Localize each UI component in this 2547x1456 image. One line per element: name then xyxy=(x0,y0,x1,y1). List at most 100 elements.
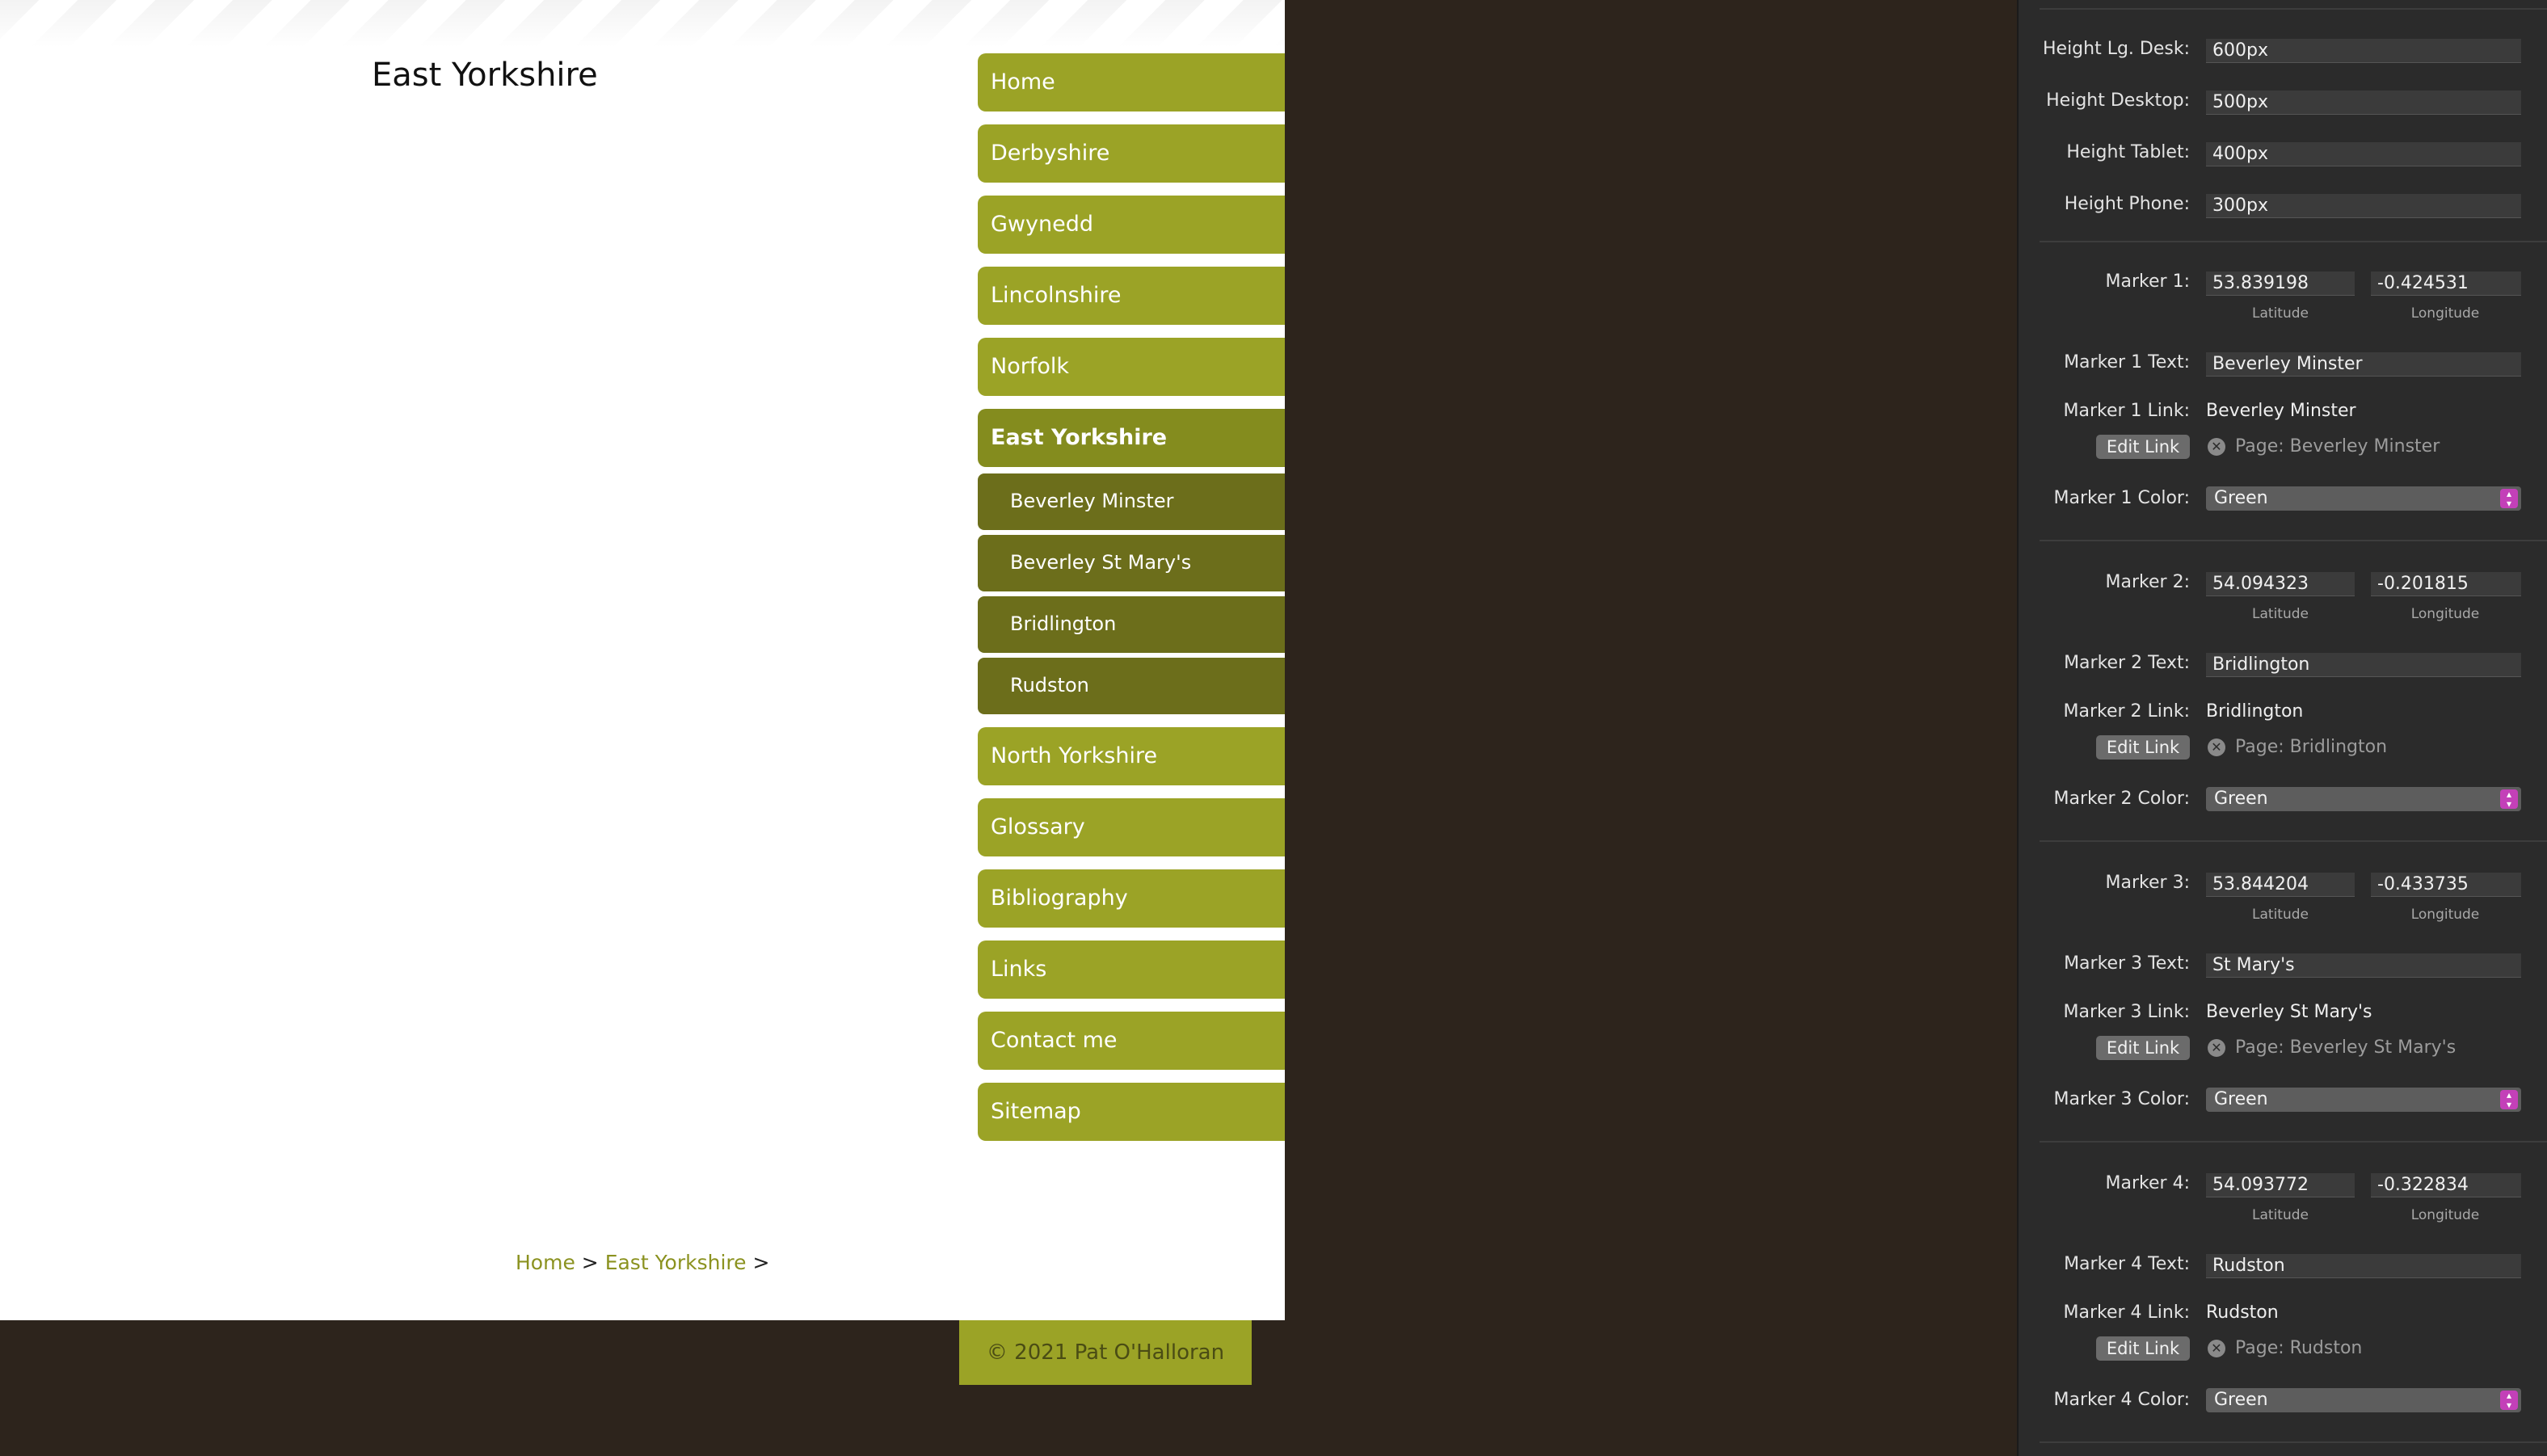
marker-3-label: Marker 3: xyxy=(2105,873,2190,893)
height-lg-desk-label: Height Lg. Desk: xyxy=(2042,39,2190,59)
clear-link-icon[interactable]: ✕ xyxy=(2208,1340,2225,1357)
breadcrumb-current[interactable]: East Yorkshire xyxy=(605,1251,747,1274)
clear-link-icon[interactable]: ✕ xyxy=(2208,438,2225,456)
nav-gwynedd[interactable]: Gwynedd xyxy=(978,196,1285,254)
site-preview: East Yorkshire Home Derbyshire Gwynedd L… xyxy=(0,0,1285,1320)
marker-3-color-label: Marker 3 Color: xyxy=(2053,1089,2191,1109)
marker-3-latitude-input[interactable]: 53.844204 xyxy=(2206,873,2355,897)
marker-2-link-label: Marker 2 Link: xyxy=(2063,701,2191,722)
marker-1-text-label: Marker 1 Text: xyxy=(2064,352,2190,372)
nav-sub-beverley-minster[interactable]: Beverley Minster xyxy=(978,473,1285,530)
height-tablet-input[interactable]: 400px xyxy=(2206,142,2521,166)
marker-2-text-input[interactable]: Bridlington xyxy=(2206,653,2521,677)
nav-lincolnshire[interactable]: Lincolnshire xyxy=(978,267,1285,325)
select-caret-icon: ▴ ▾ xyxy=(2500,489,2518,508)
marker-2-color-label: Marker 2 Color: xyxy=(2053,789,2191,809)
longitude-caption: Longitude xyxy=(2410,907,2480,923)
latitude-caption: Latitude xyxy=(2252,907,2309,923)
breadcrumb: Home > East Yorkshire > xyxy=(516,1251,769,1274)
header-fade xyxy=(0,0,1285,47)
clear-link-icon[interactable]: ✕ xyxy=(2208,1039,2225,1057)
marker-2-color-value: Green xyxy=(2214,789,2268,809)
marker-3-page-ref: Page: Beverley St Mary's xyxy=(2235,1037,2456,1058)
marker-3-text-label: Marker 3 Text: xyxy=(2064,953,2190,974)
marker-4-color-label: Marker 4 Color: xyxy=(2053,1390,2191,1410)
marker-4-color-value: Green xyxy=(2214,1390,2268,1410)
marker-3-color-value: Green xyxy=(2214,1089,2268,1109)
select-caret-icon: ▴ ▾ xyxy=(2500,1090,2518,1109)
marker-2-longitude-input[interactable]: -0.201815 xyxy=(2371,572,2521,596)
height-desktop-label: Height Desktop: xyxy=(2046,90,2190,111)
height-desktop-input[interactable]: 500px xyxy=(2206,90,2521,115)
marker-2-text-label: Marker 2 Text: xyxy=(2064,653,2190,673)
nav-north-yorkshire[interactable]: North Yorkshire xyxy=(978,727,1285,785)
marker-4-edit-link-button[interactable]: Edit Link xyxy=(2096,1336,2190,1361)
nav-links[interactable]: Links xyxy=(978,941,1285,999)
latitude-caption: Latitude xyxy=(2252,305,2309,322)
nav-sub-rudston[interactable]: Rudston xyxy=(978,658,1285,714)
divider xyxy=(2040,241,2547,242)
height-phone-label: Height Phone: xyxy=(2064,194,2190,214)
longitude-caption: Longitude xyxy=(2410,1207,2480,1223)
nav-bibliography[interactable]: Bibliography xyxy=(978,869,1285,928)
nav-east-yorkshire[interactable]: East Yorkshire xyxy=(978,409,1285,467)
marker-1-latitude-input[interactable]: 53.839198 xyxy=(2206,271,2355,296)
nav-contact-me[interactable]: Contact me xyxy=(978,1012,1285,1070)
nav-sub-bridlington[interactable]: Bridlington xyxy=(978,596,1285,653)
nav-sub-beverley-st-marys[interactable]: Beverley St Mary's xyxy=(978,535,1285,591)
clear-link-icon[interactable]: ✕ xyxy=(2208,739,2225,756)
marker-4-longitude-input[interactable]: -0.322834 xyxy=(2371,1173,2521,1197)
marker-4-label: Marker 4: xyxy=(2105,1173,2190,1193)
marker-4-color-select[interactable]: Green ▴ ▾ xyxy=(2206,1388,2521,1412)
marker-4-latitude-input[interactable]: 54.093772 xyxy=(2206,1173,2355,1197)
height-lg-desk-input[interactable]: 600px xyxy=(2206,39,2521,63)
divider xyxy=(2040,540,2547,541)
marker-3-color-select[interactable]: Green ▴ ▾ xyxy=(2206,1088,2521,1112)
marker-3-longitude-input[interactable]: -0.433735 xyxy=(2371,873,2521,897)
page-title: East Yorkshire xyxy=(372,57,598,94)
divider xyxy=(2040,8,2547,10)
marker-1-edit-link-button[interactable]: Edit Link xyxy=(2096,435,2190,459)
nav-norfolk[interactable]: Norfolk xyxy=(978,338,1285,396)
nav-submenu: Beverley Minster Beverley St Mary's Brid… xyxy=(978,473,1285,714)
site-nav: Home Derbyshire Gwynedd Lincolnshire Nor… xyxy=(978,53,1285,1154)
marker-4-text-label: Marker 4 Text: xyxy=(2064,1254,2190,1274)
marker-4-page-ref: Page: Rudston xyxy=(2235,1338,2363,1358)
breadcrumb-home[interactable]: Home xyxy=(516,1251,575,1274)
height-tablet-label: Height Tablet: xyxy=(2066,142,2190,162)
marker-2-page-ref: Page: Bridlington xyxy=(2235,737,2388,757)
select-caret-icon: ▴ ▾ xyxy=(2500,1391,2518,1410)
divider xyxy=(2040,840,2547,842)
nav-derbyshire[interactable]: Derbyshire xyxy=(978,124,1285,183)
select-caret-icon: ▴ ▾ xyxy=(2500,789,2518,809)
breadcrumb-separator: > xyxy=(752,1251,770,1274)
nav-home[interactable]: Home xyxy=(978,53,1285,112)
inspector-panel: Height Lg. Desk: 600px Height Desktop: 5… xyxy=(2017,0,2547,1456)
marker-1-link-value: Beverley Minster xyxy=(2206,401,2356,421)
marker-2-latitude-input[interactable]: 54.094323 xyxy=(2206,572,2355,596)
marker-1-page-ref: Page: Beverley Minster xyxy=(2235,436,2440,457)
marker-4-link-label: Marker 4 Link: xyxy=(2063,1302,2191,1323)
divider xyxy=(2040,1141,2547,1142)
marker-2-color-select[interactable]: Green ▴ ▾ xyxy=(2206,787,2521,811)
nav-glossary[interactable]: Glossary xyxy=(978,798,1285,856)
nav-sitemap[interactable]: Sitemap xyxy=(978,1083,1285,1141)
latitude-caption: Latitude xyxy=(2252,606,2309,622)
marker-1-link-label: Marker 1 Link: xyxy=(2063,401,2191,421)
latitude-caption: Latitude xyxy=(2252,1207,2309,1223)
marker-1-color-select[interactable]: Green ▴ ▾ xyxy=(2206,486,2521,511)
marker-2-edit-link-button[interactable]: Edit Link xyxy=(2096,735,2190,760)
marker-1-label: Marker 1: xyxy=(2105,271,2190,292)
height-phone-input[interactable]: 300px xyxy=(2206,194,2521,218)
marker-4-text-input[interactable]: Rudston xyxy=(2206,1254,2521,1278)
marker-3-text-input[interactable]: St Mary's xyxy=(2206,953,2521,978)
marker-3-edit-link-button[interactable]: Edit Link xyxy=(2096,1036,2190,1060)
marker-2-label: Marker 2: xyxy=(2105,572,2190,592)
marker-3-link-label: Marker 3 Link: xyxy=(2063,1002,2191,1022)
marker-1-color-value: Green xyxy=(2214,488,2268,508)
marker-1-longitude-input[interactable]: -0.424531 xyxy=(2371,271,2521,296)
site-footer: © 2021 Pat O'Halloran xyxy=(959,1320,1252,1385)
longitude-caption: Longitude xyxy=(2410,606,2480,622)
marker-4-link-value: Rudston xyxy=(2206,1302,2279,1323)
marker-1-text-input[interactable]: Beverley Minster xyxy=(2206,352,2521,377)
